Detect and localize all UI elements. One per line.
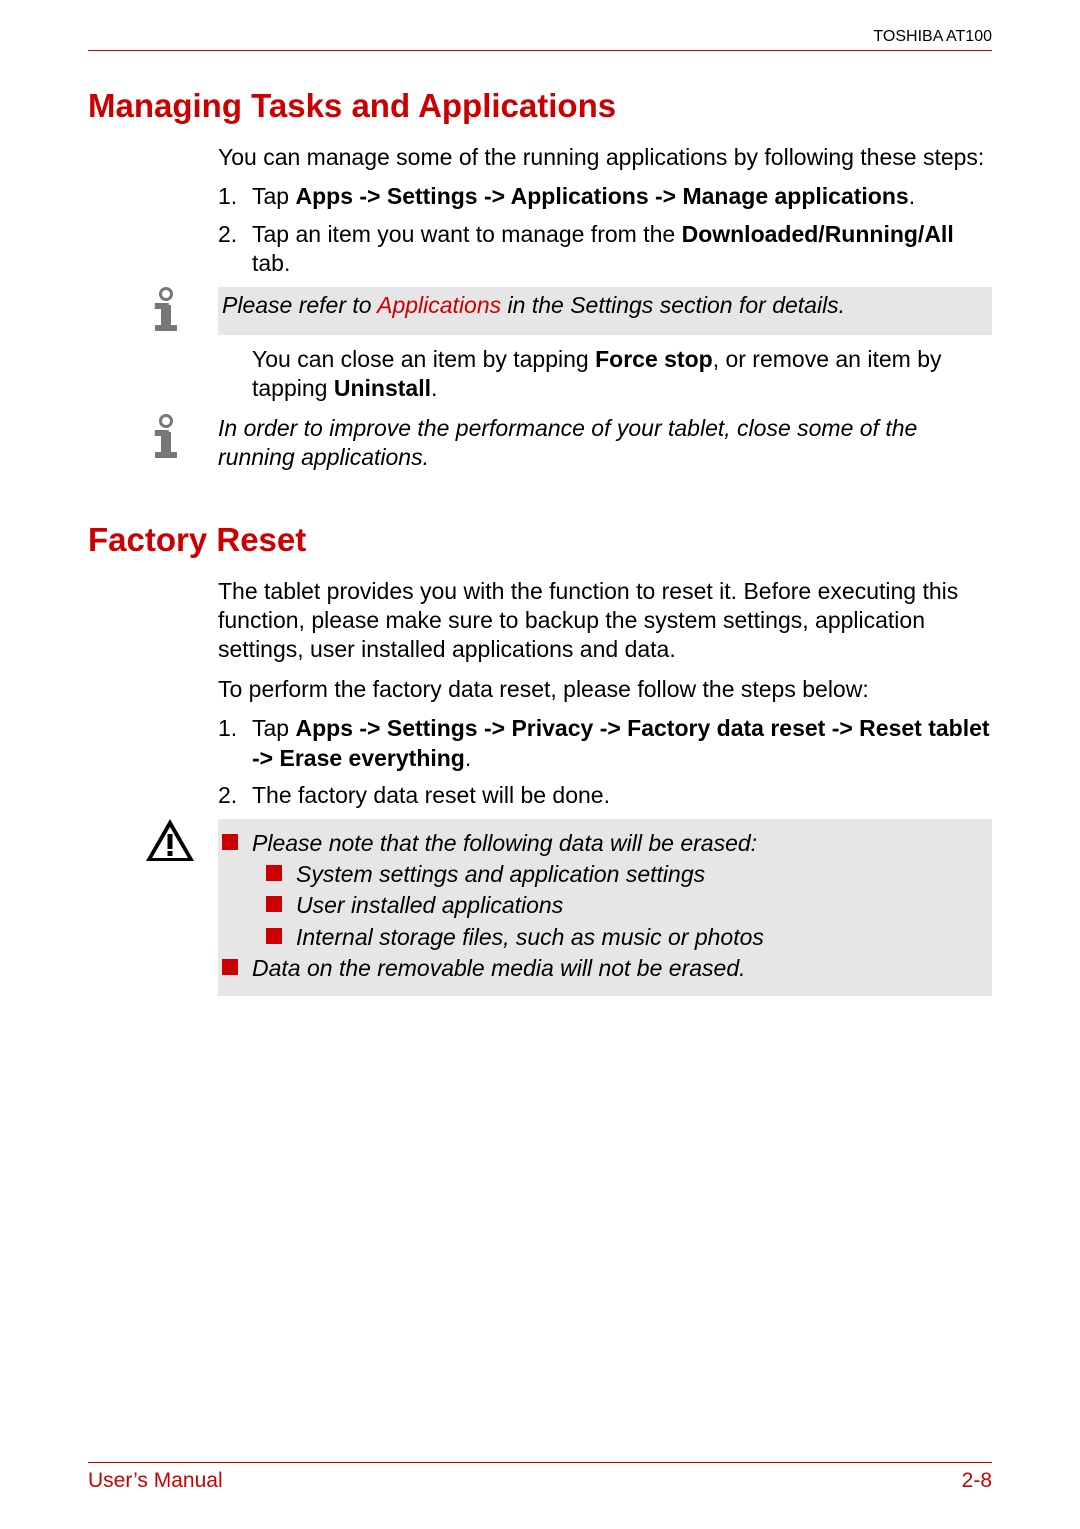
text: . (465, 745, 471, 771)
text: You can close an item by tapping (252, 346, 595, 372)
footer-left: User’s Manual (88, 1469, 223, 1493)
link-applications[interactable]: Applications (377, 292, 501, 318)
text: . (431, 375, 437, 401)
warning-text: Please note that the following data will… (252, 829, 986, 858)
list-number: 1. (218, 182, 252, 211)
section2-lead: To perform the factory data reset, pleas… (218, 675, 992, 704)
list-number: 2. (218, 781, 252, 810)
note-text: in the Settings section for details. (501, 292, 845, 318)
warning-text: User installed applications (296, 891, 986, 920)
info-icon (146, 287, 186, 335)
list-number: 1. (218, 714, 252, 773)
section2-step1: 1. Tap Apps -> Settings -> Privacy -> Fa… (218, 714, 992, 773)
text: tab. (252, 250, 290, 276)
square-bullet-icon (222, 959, 238, 975)
warning-bullet: Internal storage files, such as music or… (266, 923, 986, 952)
footer-page-number: 2-8 (962, 1469, 992, 1493)
text-bold: Force stop (595, 346, 713, 372)
section2-intro: The tablet provides you with the functio… (218, 577, 992, 665)
warning-bullet: Data on the removable media will not be … (222, 954, 986, 983)
text-bold: Downloaded/Running/All (682, 221, 954, 247)
square-bullet-icon (266, 896, 282, 912)
warning-text: System settings and application settings (296, 860, 986, 889)
section1-step2: 2. Tap an item you want to manage from t… (218, 220, 992, 279)
product-name: TOSHIBA AT100 (873, 28, 992, 46)
note-text: Please refer to (222, 292, 377, 318)
text-bold: Apps -> Settings -> Applications -> Mana… (295, 183, 908, 209)
section-title-managing: Managing Tasks and Applications (88, 87, 992, 125)
warning-bullet: Please note that the following data will… (222, 829, 986, 858)
page-header: TOSHIBA AT100 (88, 28, 992, 51)
info-icon (146, 414, 186, 462)
text-bold: Uninstall (334, 375, 431, 401)
warning-bullet: User installed applications (266, 891, 986, 920)
warning-icon (146, 819, 194, 863)
section1-after-note: You can close an item by tapping Force s… (252, 345, 992, 404)
warning-callout: Please note that the following data will… (146, 819, 992, 996)
text: Tap (252, 183, 295, 209)
warning-text: Internal storage files, such as music or… (296, 923, 986, 952)
text: . (909, 183, 915, 209)
info-callout-1: Please refer to Applications in the Sett… (146, 287, 992, 335)
text-bold: Apps -> Settings -> Privacy -> Factory d… (252, 715, 990, 770)
section1-step1: 1. Tap Apps -> Settings -> Applications … (218, 182, 992, 211)
section1-intro: You can manage some of the running appli… (218, 143, 992, 172)
page-content: Managing Tasks and Applications You can … (88, 51, 992, 1462)
page-footer: User’s Manual 2-8 (88, 1462, 992, 1493)
warning-text: Data on the removable media will not be … (252, 954, 986, 983)
square-bullet-icon (266, 928, 282, 944)
square-bullet-icon (266, 865, 282, 881)
list-number: 2. (218, 220, 252, 279)
warning-bullet: System settings and application settings (266, 860, 986, 889)
info-callout-2: In order to improve the performance of y… (146, 414, 992, 473)
text: The factory data reset will be done. (252, 781, 992, 810)
text: Tap an item you want to manage from the (252, 221, 682, 247)
section2-step2: 2. The factory data reset will be done. (218, 781, 992, 810)
section-title-factory-reset: Factory Reset (88, 521, 992, 559)
text: Tap (252, 715, 295, 741)
note-text: In order to improve the performance of y… (218, 414, 992, 473)
square-bullet-icon (222, 834, 238, 850)
